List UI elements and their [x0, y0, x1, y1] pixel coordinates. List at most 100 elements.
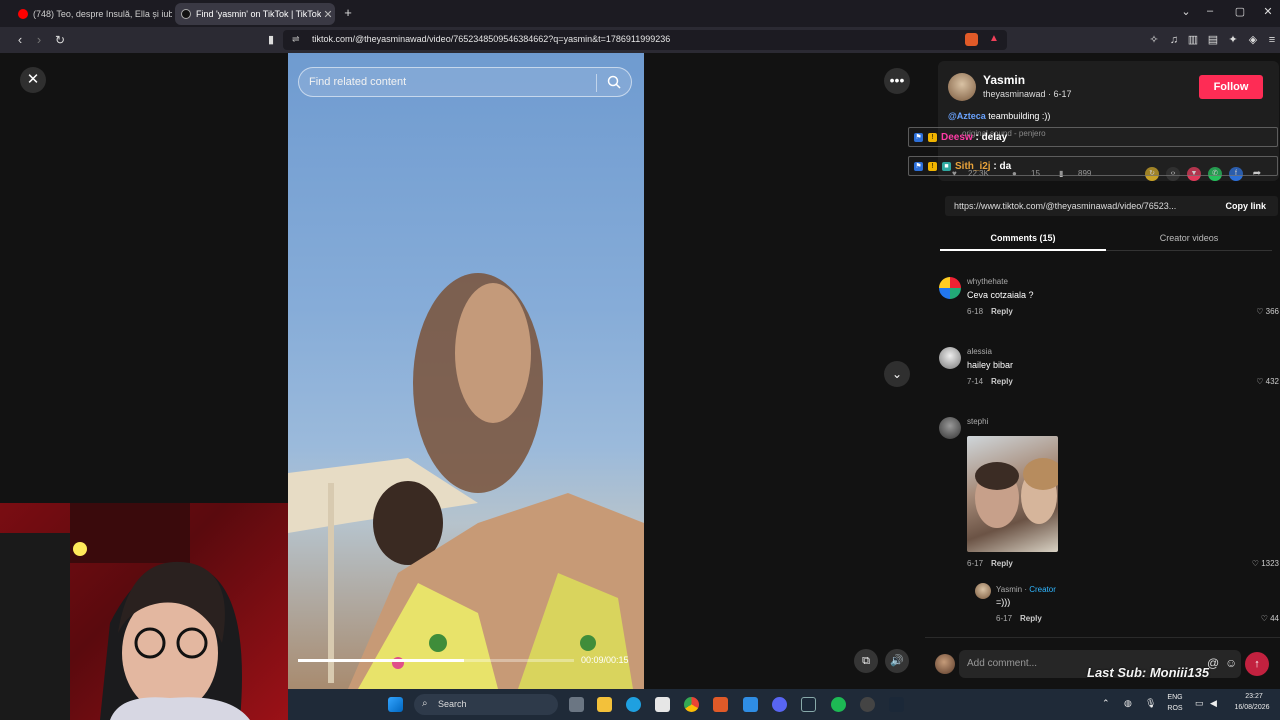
caption-text: teambuilding :)) — [985, 111, 1051, 121]
network-icon[interactable]: ▭ — [1195, 698, 1204, 709]
leo-icon[interactable]: ✦ — [1226, 33, 1240, 47]
follow-button[interactable]: Follow — [1199, 75, 1263, 99]
reply-like[interactable]: ♡ 44 — [1261, 614, 1279, 623]
tab-youtube[interactable]: (748) Teo, despre Insulă, Ella și iubita — [12, 3, 172, 25]
tab-tiktok[interactable]: Find 'yasmin' on TikTok | TikTok ✕ — [175, 3, 335, 25]
media-icon[interactable]: ♫ — [1167, 33, 1181, 47]
find-related-search[interactable]: Find related content — [298, 67, 632, 97]
chat-badge-icon: ■ — [942, 162, 951, 171]
vscode-icon[interactable] — [743, 697, 758, 712]
search-icon: ⌕ — [422, 698, 428, 709]
microphone-icon[interactable]: 🎙 — [1145, 698, 1156, 709]
comment-like[interactable]: ♡ 1323 — [1252, 559, 1279, 568]
tray-overflow-icon[interactable]: ⌃ — [1102, 698, 1110, 709]
next-video-button[interactable]: ⌄ — [884, 361, 910, 387]
tab-comments[interactable]: Comments (15) — [940, 225, 1106, 251]
clock-date[interactable]: 16/08/2026 — [1226, 704, 1278, 711]
emoji-icon[interactable]: ☺ — [1225, 656, 1237, 670]
vpn-icon[interactable]: ◈ — [1246, 33, 1260, 47]
reply-button[interactable]: Reply — [991, 377, 1013, 386]
forward-button[interactable]: › — [31, 32, 47, 48]
bookmark-icon[interactable]: ▮ — [263, 32, 279, 48]
steam-icon[interactable] — [801, 697, 816, 712]
task-view-icon[interactable] — [569, 697, 584, 712]
comment-text: Ceva cotzaiala ? — [967, 290, 1034, 300]
clock-time[interactable]: 23:27 — [1232, 693, 1276, 700]
search-icon[interactable] — [606, 74, 622, 90]
chrome-icon[interactable] — [684, 697, 699, 712]
close-tab-icon[interactable]: ✕ — [321, 8, 335, 21]
menu-icon[interactable]: ≡ — [1265, 33, 1279, 47]
comment-username[interactable]: whythehate — [967, 277, 1008, 286]
taskbar-search[interactable]: ⌕ Search — [414, 694, 558, 715]
author-name[interactable]: Yasmin — [983, 73, 1025, 87]
author-avatar[interactable] — [948, 73, 976, 101]
youtube-icon — [18, 9, 28, 19]
search-placeholder: Find related content — [309, 76, 407, 88]
brave-shields-icon[interactable] — [965, 33, 978, 46]
minimize-button[interactable]: – — [1200, 5, 1220, 17]
file-explorer-icon[interactable] — [597, 697, 612, 712]
progress-bar[interactable] — [298, 659, 574, 662]
url-text: tiktok.com/@theyasminawad/video/76523485… — [312, 34, 671, 44]
maximize-button[interactable]: ▢ — [1230, 5, 1250, 18]
spotify-icon[interactable] — [831, 697, 846, 712]
reply-button[interactable]: Reply — [991, 559, 1013, 568]
reply-username-line: Yasmin · Creator — [996, 585, 1056, 594]
commenter-avatar[interactable] — [939, 347, 961, 369]
commenter-avatar[interactable] — [939, 277, 961, 299]
user-avatar — [935, 654, 955, 674]
site-settings-icon[interactable]: ⇌ — [292, 34, 300, 45]
more-options-button[interactable]: ••• — [884, 68, 910, 94]
caption-mention[interactable]: @Azteca — [948, 111, 986, 121]
speaker-icon[interactable]: ◀ — [1210, 698, 1217, 709]
creator-avatar[interactable] — [975, 583, 991, 599]
copy-link-button[interactable]: Copy link — [1225, 201, 1266, 211]
share-link-url[interactable]: https://www.tiktok.com/@theyasminawad/vi… — [954, 201, 1199, 211]
language-top[interactable]: ENG — [1164, 694, 1186, 701]
commenter-avatar[interactable] — [939, 417, 961, 439]
comment-date: 6-18 — [967, 307, 984, 316]
back-button[interactable]: ‹ — [12, 32, 28, 48]
start-icon[interactable] — [388, 697, 403, 712]
reload-button[interactable]: ↻ — [52, 32, 68, 48]
chat-message: ⚑! ■ Sith_i2j : da — [908, 156, 1278, 176]
store-icon[interactable] — [655, 697, 670, 712]
pip-button[interactable]: ⧉ — [854, 649, 878, 673]
sidebar-icon[interactable]: ▥ — [1186, 33, 1200, 47]
comment-like[interactable]: ♡ 432 — [1256, 377, 1279, 386]
reply-button[interactable]: Reply — [1020, 614, 1042, 623]
new-tab-button[interactable]: + — [338, 5, 358, 20]
language-bottom[interactable]: ROS — [1164, 705, 1186, 712]
close-video-button[interactable]: ✕ — [20, 67, 46, 93]
chat-username: Sith_i2j — [955, 161, 991, 172]
steam-2-icon[interactable] — [889, 697, 904, 712]
reply-button[interactable]: Reply — [991, 307, 1013, 316]
video-player[interactable]: Find related content 00:09/00:15 — [288, 53, 644, 689]
author-handle[interactable]: theyasminawad · 6-17 — [983, 89, 1072, 99]
chat-badge-icon: ⚑ — [914, 133, 923, 142]
comment-photo[interactable] — [967, 436, 1063, 552]
brave-rewards-icon[interactable]: ▲ — [989, 33, 999, 44]
edge-icon[interactable] — [626, 697, 641, 712]
comment-item: alessia hailey bibar 7-14 Reply ♡ 432 — [939, 347, 1279, 389]
window-close-button[interactable]: ✕ — [1258, 5, 1278, 18]
comment-like[interactable]: ♡ 366 — [1256, 307, 1279, 316]
volume-button[interactable]: 🔊 — [885, 649, 909, 673]
tab-list-chevron-icon[interactable]: ⌄ — [1176, 5, 1196, 18]
wallet-icon[interactable]: ▤ — [1206, 33, 1220, 47]
tab-creator-videos[interactable]: Creator videos — [1106, 225, 1272, 251]
obs-icon[interactable] — [860, 697, 875, 712]
reply-username[interactable]: Yasmin — [996, 585, 1022, 594]
webcam-frame — [0, 503, 250, 720]
tray-app-icon[interactable]: ◍ — [1124, 698, 1132, 709]
comment-username[interactable]: stephi — [967, 417, 988, 426]
comment-username[interactable]: alessia — [967, 347, 992, 356]
extensions-icon[interactable]: ✧ — [1147, 33, 1161, 47]
comment-item: stephi 6-17 Reply ♡ 1323 — [939, 417, 1279, 568]
discord-icon[interactable] — [772, 697, 787, 712]
post-comment-button[interactable]: ↑ — [1245, 652, 1269, 676]
comment-meta: 7-14 Reply — [967, 377, 1013, 386]
address-bar[interactable]: ⇌ tiktok.com/@theyasminawad/video/765234… — [283, 30, 1007, 50]
brave-icon[interactable] — [713, 697, 728, 712]
